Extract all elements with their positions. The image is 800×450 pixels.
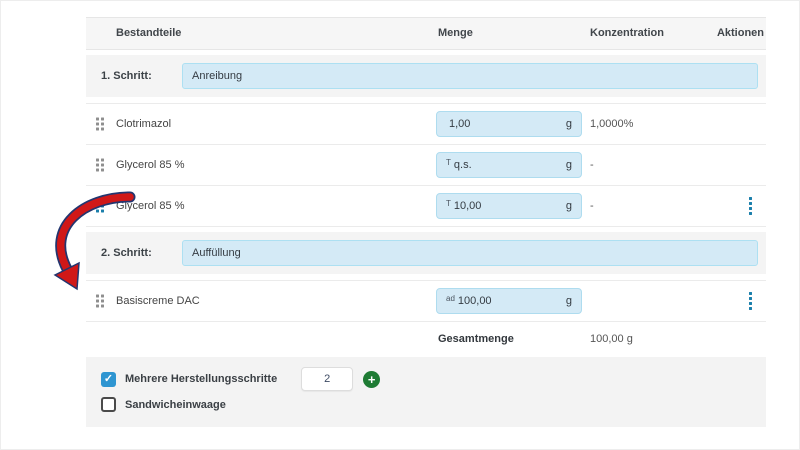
total-value: 100,00 g <box>590 333 633 345</box>
quantity-input[interactable]: T q.s. g <box>436 152 582 178</box>
quantity-unit: g <box>566 118 572 130</box>
concentration-value: - <box>590 200 594 212</box>
step-label: 1. Schritt: <box>86 70 182 82</box>
ingredient-name: Glycerol 85 % <box>116 159 184 171</box>
column-header-menge: Menge <box>438 18 473 49</box>
ingredient-row-glycerol-qs: Glycerol 85 % T q.s. g - <box>86 145 766 186</box>
row-menu-icon[interactable] <box>749 197 752 215</box>
steps-count-input[interactable] <box>301 367 353 391</box>
quantity-unit: g <box>566 200 572 212</box>
multiple-steps-label: Mehrere Herstellungsschritte <box>125 373 277 385</box>
quantity-value: 10,00 <box>454 200 566 212</box>
step-name-input[interactable] <box>182 240 758 266</box>
ingredient-row-clotrimazol: Clotrimazol 1,00 g 1,0000% <box>86 103 766 145</box>
drag-handle-icon[interactable] <box>96 295 104 308</box>
quantity-value: 1,00 <box>449 118 566 130</box>
concentration-value: - <box>590 159 594 171</box>
options-panel: ✓ Mehrere Herstellungsschritte + Sandwic… <box>86 357 766 427</box>
multiple-steps-checkbox[interactable]: ✓ <box>101 372 116 387</box>
sandwich-option: Sandwicheinwaage <box>101 397 226 412</box>
drag-handle-icon[interactable] <box>96 200 104 213</box>
add-step-icon[interactable]: + <box>363 371 380 388</box>
drag-handle-icon[interactable] <box>96 118 104 131</box>
quantity-input[interactable]: T 10,00 g <box>436 193 582 219</box>
column-header-aktionen: Aktionen <box>717 18 764 49</box>
quantity-unit: g <box>566 159 572 171</box>
ingredient-name: Basiscreme DAC <box>116 295 200 307</box>
ingredient-name: Clotrimazol <box>116 118 171 130</box>
multiple-steps-option: ✓ Mehrere Herstellungsschritte + <box>101 367 380 391</box>
step-row-1: 1. Schritt: <box>86 55 766 97</box>
sandwich-label: Sandwicheinwaage <box>125 399 226 411</box>
quantity-value: 100,00 <box>458 295 566 307</box>
column-header-konzentration: Konzentration <box>590 18 664 49</box>
quantity-input[interactable]: 1,00 g <box>436 111 582 137</box>
quantity-input[interactable]: ad 100,00 g <box>436 288 582 314</box>
quantity-prefix: T <box>446 158 451 167</box>
sandwich-checkbox[interactable] <box>101 397 116 412</box>
quantity-unit: g <box>566 295 572 307</box>
column-header-bestandteile: Bestandteile <box>116 18 181 49</box>
quantity-value: q.s. <box>454 159 566 171</box>
total-label: Gesamtmenge <box>438 333 514 345</box>
step-label: 2. Schritt: <box>86 247 182 259</box>
step-name-input[interactable] <box>182 63 758 89</box>
ingredient-name: Glycerol 85 % <box>116 200 184 212</box>
quantity-prefix: ad <box>446 294 455 303</box>
drag-handle-icon[interactable] <box>96 159 104 172</box>
compounding-recipe-screen: Bestandteile Menge Konzentration Aktione… <box>0 0 800 450</box>
table-header-row: Bestandteile Menge Konzentration Aktione… <box>86 17 766 50</box>
quantity-prefix: T <box>446 199 451 208</box>
ingredient-row-basiscreme: Basiscreme DAC ad 100,00 g <box>86 280 766 322</box>
concentration-value: 1,0000% <box>590 118 633 130</box>
step-row-2: 2. Schritt: <box>86 232 766 274</box>
total-row: Gesamtmenge 100,00 g <box>86 322 766 356</box>
row-menu-icon[interactable] <box>749 292 752 310</box>
ingredients-table: Bestandteile Menge Konzentration Aktione… <box>86 17 766 356</box>
ingredient-row-glycerol-10: Glycerol 85 % T 10,00 g - <box>86 186 766 227</box>
